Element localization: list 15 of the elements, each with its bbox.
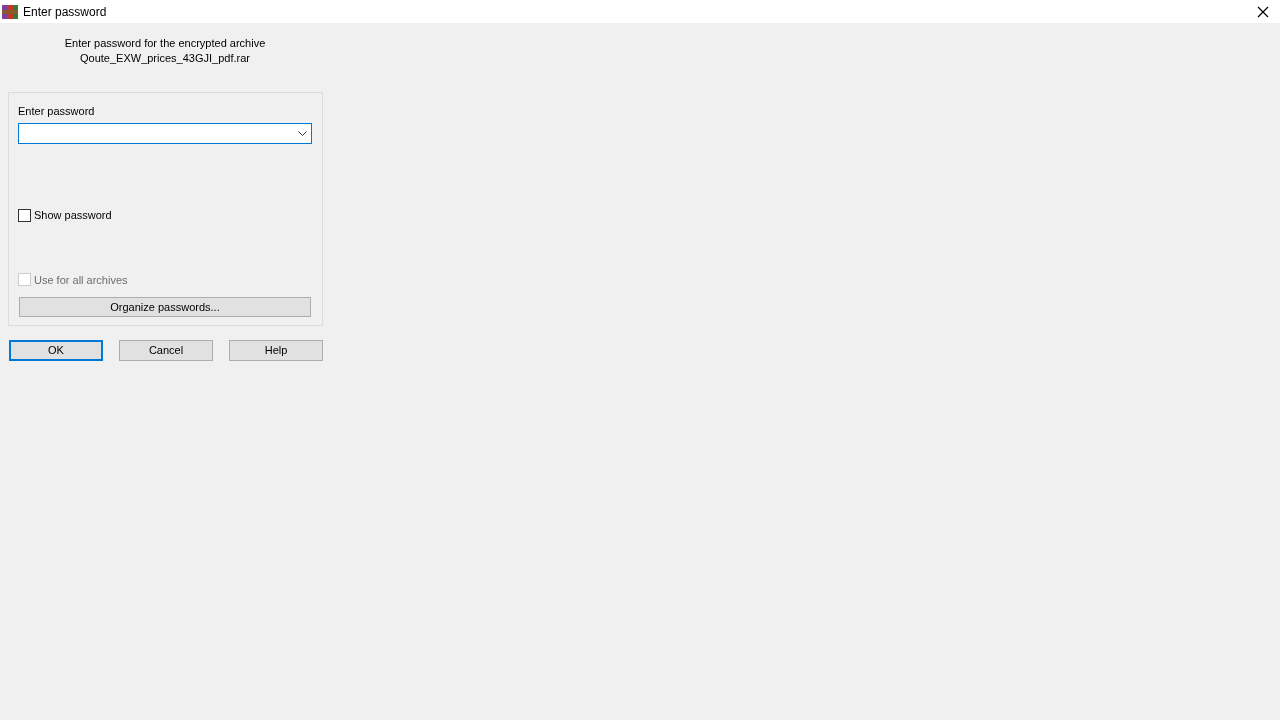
checkbox-label: Show password [34,208,112,223]
prompt-text: Enter password for the encrypted archive [64,36,266,51]
chevron-down-icon [298,130,307,137]
organize-passwords-button[interactable]: Organize passwords... [19,297,311,317]
field-label: Enter password [18,104,96,118]
archive-name: Qoute_EXW_prices_43GJI_pdf.rar [80,51,250,66]
checkbox-label: Use for all archives [34,272,128,288]
password-field[interactable] [18,123,312,144]
dialog-button[interactable]: Help [229,340,323,361]
app-icon [2,3,18,20]
checkbox[interactable] [18,208,31,222]
close-icon [1257,5,1269,18]
dialog-button[interactable]: OK [9,340,103,361]
window-title: Enter password [23,3,107,21]
dialog-button[interactable]: Cancel [119,340,213,361]
